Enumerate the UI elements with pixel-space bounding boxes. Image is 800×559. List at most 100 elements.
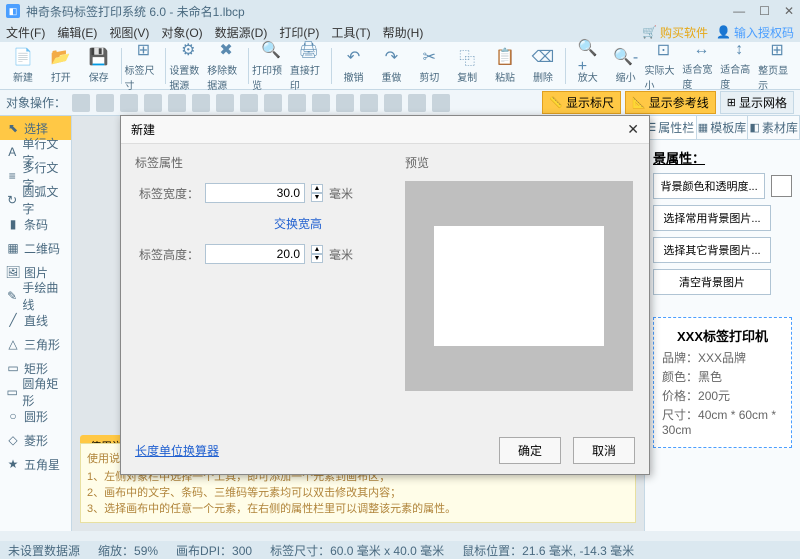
tool-三角形[interactable]: △三角形: [0, 332, 71, 356]
enter-auth-link[interactable]: 👤 输入授权码: [716, 24, 794, 41]
status-zoom: 缩放：59%: [98, 542, 158, 559]
unit-converter-link[interactable]: 长度单位换算器: [135, 442, 219, 459]
tool-圆角矩形[interactable]: ▭圆角矩形: [0, 380, 71, 404]
menu-edit[interactable]: 编辑(E): [57, 24, 97, 41]
tool-icon: ✂: [419, 47, 439, 67]
toolbar-重做[interactable]: ↷重做: [373, 44, 411, 88]
tool-条码[interactable]: ▮条码: [0, 212, 71, 236]
minimize-icon[interactable]: —: [733, 4, 745, 18]
menu-file[interactable]: 文件(F): [6, 24, 45, 41]
toolbar-删除[interactable]: ⌫删除: [524, 44, 562, 88]
tool-icon: ↶: [344, 47, 364, 67]
toolbar-打印预览[interactable]: 🔍打印预览: [252, 44, 290, 88]
bg-common-image-button[interactable]: 选择常用背景图片...: [653, 205, 771, 231]
menu-datasource[interactable]: 数据源(D): [215, 24, 268, 41]
tool-菱形[interactable]: ◇菱形: [0, 428, 71, 452]
tool-icon: 📋: [495, 47, 515, 67]
width-down-icon[interactable]: ▼: [311, 193, 323, 202]
tool-icon: 🔍: [261, 40, 281, 60]
unit-label: 毫米: [329, 246, 353, 263]
disabled-tool-icon: [384, 94, 402, 112]
toolbar-移除数据源[interactable]: ✖移除数据源: [207, 44, 245, 88]
tools-sidebar: ⬉选择A单行文字≡多行文字↻圆弧文字▮条码▦二维码🖼图片✎手绘曲线╱直线△三角形…: [0, 116, 72, 531]
tab-templates[interactable]: ▦ 模板库: [697, 116, 749, 139]
tool-icon: ✎: [6, 289, 18, 303]
toolbar-缩小[interactable]: 🔍-缩小: [607, 44, 645, 88]
show-grid-toggle[interactable]: ⊞ 显示网格: [720, 91, 794, 114]
toolbar-适合高度[interactable]: ↕适合高度: [720, 44, 758, 88]
menu-view[interactable]: 视图(V): [109, 24, 149, 41]
buy-software-link[interactable]: 🛒 购买软件: [642, 24, 708, 41]
ok-button[interactable]: 确定: [499, 437, 561, 464]
toolbar-整页显示[interactable]: ⊞整页显示: [758, 44, 796, 88]
height-input[interactable]: [205, 244, 305, 264]
tool-icon: A: [6, 145, 18, 159]
toolbar-实际大小[interactable]: ⊡实际大小: [645, 44, 683, 88]
status-dpi: 画布DPI：300: [176, 542, 252, 559]
tool-icon: 📂: [51, 47, 71, 67]
width-up-icon[interactable]: ▲: [311, 184, 323, 193]
toolbar-粘贴[interactable]: 📋粘贴: [486, 44, 524, 88]
tool-icon: ★: [6, 457, 20, 471]
object-operation-label: 对象操作：: [6, 94, 66, 111]
toolbar-剪切[interactable]: ✂剪切: [410, 44, 448, 88]
menu-print[interactable]: 打印(P): [279, 24, 319, 41]
dialog-close-icon[interactable]: ✕: [627, 121, 639, 138]
tab-assets[interactable]: ◧ 素材库: [748, 116, 800, 139]
tool-圆弧文字[interactable]: ↻圆弧文字: [0, 188, 71, 212]
tool-icon: ⚙: [178, 40, 198, 60]
menu-tools[interactable]: 工具(T): [331, 24, 370, 41]
tool-圆形[interactable]: ○圆形: [0, 404, 71, 428]
height-down-icon[interactable]: ▼: [311, 254, 323, 263]
show-ruler-toggle[interactable]: 📏 显示标尺: [542, 91, 621, 114]
tool-五角星[interactable]: ★五角星: [0, 452, 71, 476]
disabled-tool-icon: [120, 94, 138, 112]
new-label-dialog: 新建 ✕ 标签属性 标签宽度： ▲▼ 毫米 交换宽高 标签高度： ▲▼ 毫米 预…: [120, 115, 650, 475]
toolbar-直接打印[interactable]: 🖨直接打印: [290, 44, 328, 88]
toolbar-适合宽度[interactable]: ↔适合宽度: [682, 44, 720, 88]
bg-color-button[interactable]: 背景颜色和透明度...: [653, 173, 765, 199]
hint-line: 3、选择画布中的任意一个元素，在右侧的属性栏里可以调整该元素的属性。: [87, 500, 629, 516]
disabled-tool-icon: [432, 94, 450, 112]
menu-help[interactable]: 帮助(H): [383, 24, 424, 41]
tool-icon: ▭: [6, 361, 20, 375]
toolbar-设置数据源[interactable]: ⚙设置数据源: [169, 44, 207, 88]
swap-wh-link[interactable]: 交换宽高: [205, 215, 391, 232]
disabled-tool-icon: [216, 94, 234, 112]
bg-other-image-button[interactable]: 选择其它背景图片...: [653, 237, 771, 263]
disabled-tool-icon: [96, 94, 114, 112]
height-up-icon[interactable]: ▲: [311, 245, 323, 254]
toolbar-打开[interactable]: 📂打开: [42, 44, 80, 88]
close-icon[interactable]: ✕: [784, 4, 794, 18]
toolbar-标签尺寸[interactable]: ⊞标签尺寸: [125, 44, 163, 88]
bg-properties-title: 景属性：: [653, 148, 792, 167]
show-guides-toggle[interactable]: 📐 显示参考线: [625, 91, 716, 114]
tool-icon: ○: [6, 409, 20, 423]
toolbar-新建[interactable]: 📄新建: [4, 44, 42, 88]
tab-properties[interactable]: ☰ 属性栏: [645, 116, 697, 139]
tool-icon: ↻: [6, 193, 18, 207]
tool-icon: ╱: [6, 313, 20, 327]
info-name: XXX标签打印机: [662, 326, 783, 345]
tool-icon: ≡: [6, 169, 18, 183]
tool-直线[interactable]: ╱直线: [0, 308, 71, 332]
width-input[interactable]: [205, 183, 305, 203]
toolbar-复制[interactable]: ⿻复制: [448, 44, 486, 88]
maximize-icon[interactable]: ☐: [759, 4, 770, 18]
toolbar-撤销[interactable]: ↶撤销: [335, 44, 373, 88]
status-datasource: 未设置数据源: [8, 542, 80, 559]
tool-icon: 🔍+: [578, 47, 598, 67]
sample-label-info: XXX标签打印机 品牌：XXX品牌 颜色：黑色 价格：200元 尺寸：40cm …: [653, 317, 792, 448]
tool-icon: ✖: [216, 40, 236, 60]
tool-手绘曲线[interactable]: ✎手绘曲线: [0, 284, 71, 308]
toolbar-保存[interactable]: 💾保存: [80, 44, 118, 88]
tool-icon: ▮: [6, 217, 20, 231]
secondary-toolbar: 对象操作： 📏 显示标尺 📐 显示参考线 ⊞ 显示网格: [0, 90, 800, 116]
toolbar-放大[interactable]: 🔍+放大: [569, 44, 607, 88]
menu-object[interactable]: 对象(O): [161, 24, 202, 41]
tool-二维码[interactable]: ▦二维码: [0, 236, 71, 260]
bg-clear-button[interactable]: 清空背景图片: [653, 269, 771, 295]
bg-color-swatch[interactable]: [771, 175, 792, 197]
tool-icon: ⬉: [6, 121, 20, 135]
cancel-button[interactable]: 取消: [573, 437, 635, 464]
